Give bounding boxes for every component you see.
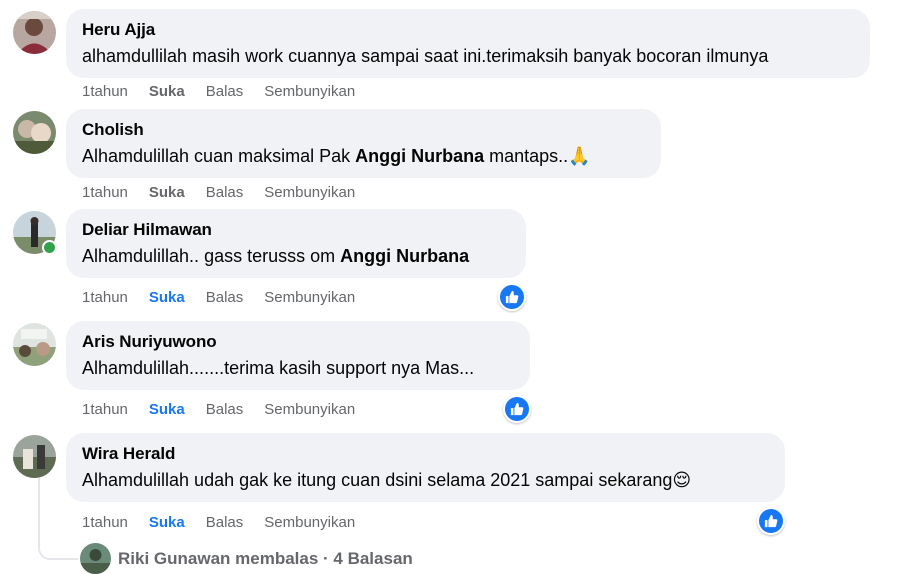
reply-button[interactable]: Balas	[206, 83, 244, 101]
avatar[interactable]	[13, 435, 56, 478]
comment-author[interactable]: Deliar Hilmawan	[82, 219, 510, 241]
like-reaction-icon[interactable]	[757, 507, 785, 535]
avatar[interactable]	[13, 111, 56, 154]
like-button[interactable]: Suka	[149, 401, 185, 419]
comment-text-part: Alhamdulillah.. gass terusss om	[82, 246, 341, 266]
like-reaction-icon[interactable]	[498, 283, 526, 311]
comment-actions: 1tahun Suka Balas Sembunyikan	[82, 83, 376, 101]
like-reaction-icon[interactable]	[503, 395, 531, 423]
relieved-face-emoji: 😌	[672, 470, 692, 490]
comment-text-part: mantaps..	[484, 146, 569, 166]
timestamp[interactable]: 1tahun	[82, 289, 128, 307]
hide-button[interactable]: Sembunyikan	[264, 184, 355, 202]
comment-text: Alhamdulillah.......terima kasih support…	[82, 358, 475, 378]
hide-button[interactable]: Sembunyikan	[264, 289, 355, 307]
timestamp[interactable]: 1tahun	[82, 83, 128, 101]
comment-text: Alhamdulillah.. gass terusss om Anggi Nu…	[82, 244, 510, 269]
avatar[interactable]	[13, 323, 56, 366]
avatar[interactable]	[13, 11, 56, 54]
comment-bubble: Deliar Hilmawan Alhamdulillah.. gass ter…	[66, 209, 526, 278]
reply-button[interactable]: Balas	[206, 184, 244, 202]
comment-actions: 1tahun Suka Balas Sembunyikan	[82, 401, 376, 419]
comment-bubble: Heru Ajja alhamdullilah masih work cuann…	[66, 9, 870, 78]
hide-button[interactable]: Sembunyikan	[264, 83, 355, 101]
hide-button[interactable]: Sembunyikan	[264, 401, 355, 419]
like-button[interactable]: Suka	[149, 83, 185, 101]
comment-actions: 1tahun Suka Balas Sembunyikan	[82, 514, 376, 532]
comment-author[interactable]: Aris Nuriyuwono	[82, 331, 514, 353]
reply-button[interactable]: Balas	[206, 514, 244, 532]
timestamp[interactable]: 1tahun	[82, 184, 128, 202]
comment-text: alhamdullilah masih work cuannya sampai …	[82, 46, 769, 66]
reply-button[interactable]: Balas	[206, 289, 244, 307]
comment-actions: 1tahun Suka Balas Sembunyikan	[82, 289, 376, 307]
comment-text: Alhamdulillah cuan maksimal Pak Anggi Nu…	[82, 144, 645, 169]
online-status-indicator	[42, 240, 57, 255]
comment-bubble: Cholish Alhamdulillah cuan maksimal Pak …	[66, 109, 661, 178]
comment-author[interactable]: Cholish	[82, 119, 645, 141]
avatar	[80, 543, 111, 574]
comment-bubble: Wira Herald Alhamdulillah udah gak ke it…	[66, 433, 785, 502]
mention-link[interactable]: Anggi Nurbana	[340, 246, 469, 266]
comment-bubble: Aris Nuriyuwono Alhamdulillah.......teri…	[66, 321, 530, 390]
mention-link[interactable]: Anggi Nurbana	[355, 146, 484, 166]
hide-button[interactable]: Sembunyikan	[264, 514, 355, 532]
comment-author[interactable]: Wira Herald	[82, 443, 769, 465]
view-replies-link[interactable]: Riki Gunawan membalas · 4 Balasan	[80, 543, 413, 574]
comment-actions: 1tahun Suka Balas Sembunyikan	[82, 184, 376, 202]
like-button[interactable]: Suka	[149, 514, 185, 532]
folded-hands-emoji: 🙏	[568, 146, 591, 166]
replies-label[interactable]: Riki Gunawan membalas · 4 Balasan	[118, 549, 413, 569]
like-button[interactable]: Suka	[149, 184, 185, 202]
comment-text-part: Alhamdulillah cuan maksimal Pak	[82, 146, 356, 166]
reply-thread-connector	[38, 478, 78, 560]
reply-button[interactable]: Balas	[206, 401, 244, 419]
timestamp[interactable]: 1tahun	[82, 401, 128, 419]
like-button[interactable]: Suka	[149, 289, 185, 307]
timestamp[interactable]: 1tahun	[82, 514, 128, 532]
comment-text: Alhamdulillah udah gak ke itung cuan dsi…	[82, 468, 769, 493]
comment-text-part: Alhamdulillah udah gak ke itung cuan dsi…	[82, 470, 673, 490]
comment-author[interactable]: Heru Ajja	[82, 19, 854, 41]
